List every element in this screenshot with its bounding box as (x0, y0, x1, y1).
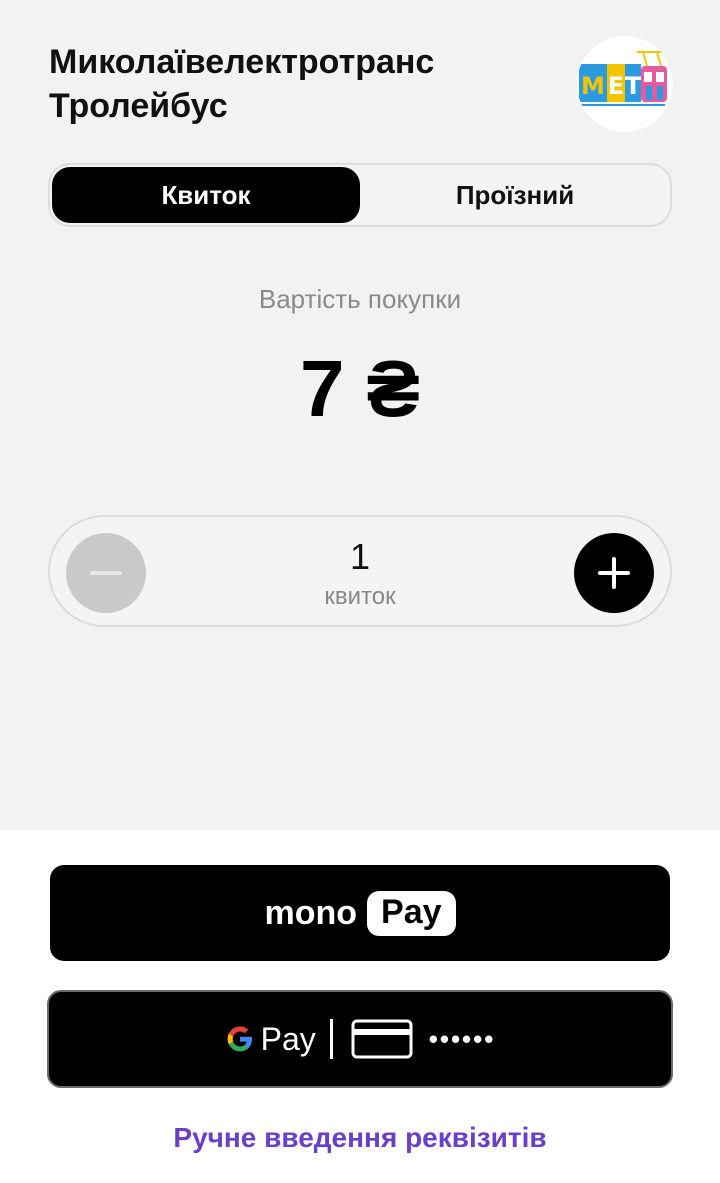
svg-text:M: M (581, 72, 605, 100)
monopay-pay-chip: Pay (367, 890, 456, 936)
plus-icon (598, 557, 630, 589)
svg-text:T: T (625, 72, 642, 100)
tab-pass[interactable]: Проїзний (362, 167, 668, 223)
trolleybus-logo-icon: M E T (577, 36, 673, 132)
increase-button[interactable] (574, 533, 654, 613)
google-g-icon (227, 1026, 252, 1052)
google-pay-label: Pay (260, 1020, 316, 1057)
page-title: Миколаївелектротранс Тролейбус (49, 40, 549, 128)
tab-ticket[interactable]: Квиток (52, 167, 360, 223)
svg-text:E: E (608, 72, 624, 100)
screen: Миколаївелектротранс Тролейбус M E T Кви… (0, 0, 720, 1183)
gpay-divider (329, 1019, 333, 1059)
card-number-mask: •••••• (428, 1023, 496, 1054)
credit-card-icon (351, 1019, 413, 1059)
manual-entry-link[interactable]: Ручне введення реквізитів (0, 1122, 720, 1154)
price-label: Вартість покупки (258, 284, 462, 314)
google-pay-button[interactable]: Pay •••••• (47, 990, 673, 1088)
payment-panel: mono Pay Pay •••••• Ручне введення рекві… (0, 830, 720, 1183)
purchase-panel: Миколаївелектротранс Тролейбус M E T Кви… (0, 0, 720, 830)
quantity-stepper: 1 квиток (48, 515, 672, 627)
price-value: 7 ₴ (299, 344, 421, 433)
monopay-button[interactable]: mono Pay (50, 865, 670, 961)
title-line-transport: Тролейбус (49, 87, 228, 125)
ticket-type-switch: Квиток Проїзний (48, 163, 672, 227)
title-line-operator: Миколаївелектротранс (49, 43, 435, 81)
monopay-brand-text: mono (264, 893, 358, 932)
